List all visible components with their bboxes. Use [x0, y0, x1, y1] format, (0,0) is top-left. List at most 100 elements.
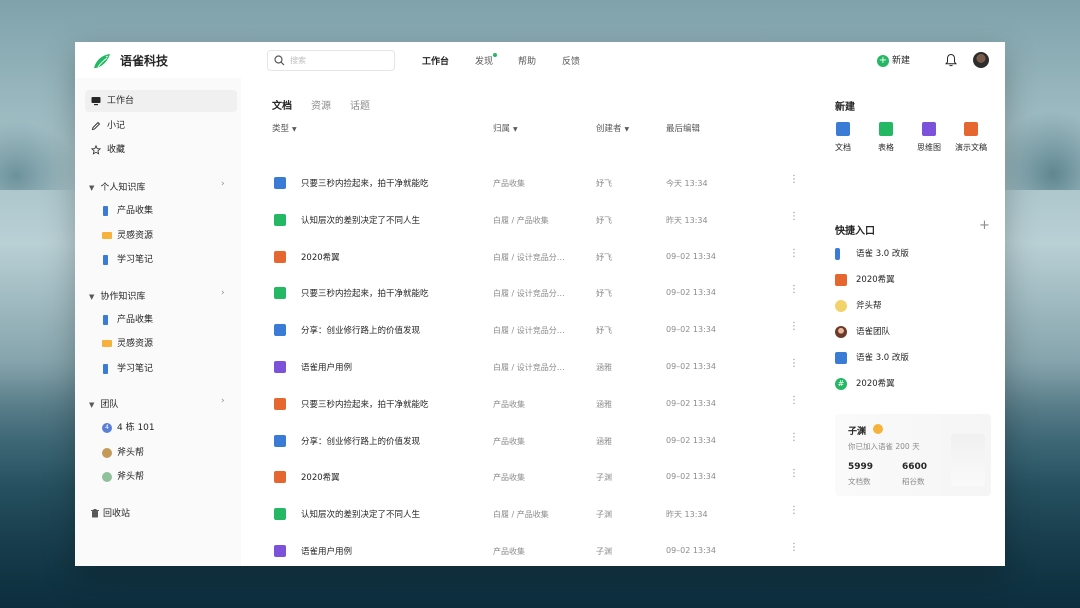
quick-item[interactable]: 语雀 3.0 改版 — [835, 351, 909, 365]
more-options-icon[interactable]: ⋮ — [789, 395, 799, 406]
add-quick-access-button[interactable]: + — [979, 218, 990, 233]
app-name[interactable]: 语雀科技 — [120, 52, 168, 69]
chevron-right-icon[interactable]: › — [221, 179, 225, 189]
quick-item[interactable]: 斧头帮 — [835, 299, 882, 313]
table-row[interactable]: 认知层次的差别决定了不同人生 白履 / 产品收集 子渊 昨天 13:34 ⋮ — [241, 496, 821, 533]
new-mindmap-button[interactable]: 思维图 — [909, 122, 949, 153]
user-avatar[interactable] — [973, 52, 989, 68]
table-row[interactable]: 语雀用户用例 白履 / 设计竞品分… 涵雅 09–02 13:34 ⋮ — [241, 349, 821, 386]
row-belong: 白履 / 设计竞品分… — [493, 363, 565, 372]
table-row[interactable]: 只要三秒内捡起来，拍干净就能吃 产品收集 涵雅 09–02 13:34 ⋮ — [241, 386, 821, 423]
sidebar-sub-item[interactable]: 斧头帮 — [102, 446, 144, 460]
quick-item[interactable]: 语雀团队 — [835, 325, 890, 339]
row-title[interactable]: 分享：创业修行路上的价值发现 — [301, 435, 420, 447]
trash-icon — [91, 509, 99, 518]
table-row[interactable]: 语雀用户用例 产品收集 子渊 09–02 13:34 ⋮ — [241, 533, 821, 566]
more-options-icon[interactable]: ⋮ — [789, 248, 799, 259]
new-doc-button[interactable]: 文档 — [823, 122, 863, 153]
bell-icon[interactable] — [945, 53, 957, 67]
row-title[interactable]: 分享：创业修行路上的价值发现 — [301, 324, 420, 336]
table-row[interactable]: 分享：创业修行路上的价值发现 产品收集 涵雅 09–02 13:34 ⋮ — [241, 423, 821, 460]
plus-icon: + — [877, 54, 889, 67]
tab-docs[interactable]: 文档 — [272, 97, 292, 112]
nav-help[interactable]: 帮助 — [518, 54, 536, 67]
search-input[interactable] — [290, 53, 390, 68]
profile-card[interactable]: 子渊 你已加入语雀 200 天 5999 文档数 6600 稻谷数 — [835, 414, 991, 496]
row-title[interactable]: 语雀用户用例 — [301, 361, 352, 373]
table-row[interactable]: 认知层次的差别决定了不同人生 白履 / 产品收集 妤飞 昨天 13:34 ⋮ — [241, 202, 821, 239]
tab-topics[interactable]: 话题 — [350, 97, 370, 112]
row-edited: 09–02 13:34 — [666, 435, 716, 445]
more-options-icon[interactable]: ⋮ — [789, 359, 799, 369]
quick-item[interactable]: 2020希翼 — [835, 273, 895, 287]
tab-resources[interactable]: 资源 — [311, 97, 331, 112]
quick-item[interactable]: 语雀 3.0 改版 — [835, 247, 909, 261]
row-title[interactable]: 语雀用户用例 — [301, 545, 352, 557]
new-section-title: 新建 — [835, 102, 855, 113]
row-title[interactable]: 2020希翼 — [301, 471, 340, 483]
new-sheet-button[interactable]: 表格 — [866, 122, 906, 153]
slides-icon — [274, 471, 286, 484]
sidebar-item-notes[interactable]: 小记 — [85, 115, 237, 137]
row-edited: 今天 13:34 — [666, 179, 708, 188]
table-row[interactable]: 只要三秒内捡起来，拍干净就能吃 白履 / 设计竞品分… 妤飞 09–02 13:34 ⋮ — [241, 275, 821, 312]
more-options-icon[interactable]: ⋮ — [789, 469, 799, 479]
nav-workbench[interactable]: 工作台 — [422, 54, 449, 67]
more-options-icon[interactable]: ⋮ — [789, 506, 799, 516]
sidebar-sub-item[interactable]: 44 栋 101 — [102, 421, 155, 435]
more-options-icon[interactable]: ⋮ — [789, 211, 799, 222]
sidebar-group-team[interactable]: ▼ 团队 — [89, 397, 118, 410]
more-options-icon[interactable]: ⋮ — [789, 175, 799, 185]
sidebar-item-trash[interactable]: 回收站 — [91, 506, 130, 519]
words-count: 6600 — [902, 462, 928, 472]
sidebar-sub-item[interactable]: 学习笔记 — [103, 362, 153, 376]
more-options-icon[interactable]: ⋮ — [789, 285, 799, 295]
row-title[interactable]: 2020希翼 — [301, 251, 340, 263]
chevron-right-icon[interactable]: › — [221, 396, 225, 406]
sheet-icon — [274, 508, 286, 521]
row-title[interactable]: 只要三秒内捡起来，拍干净就能吃 — [301, 287, 429, 299]
more-options-icon[interactable]: ⋮ — [789, 543, 799, 553]
team-avatar-icon: 4 — [102, 422, 112, 433]
table-row[interactable]: 只要三秒内捡起来，拍干净就能吃 产品收集 妤飞 今天 13:34 ⋮ — [241, 165, 821, 202]
sidebar-sub-item[interactable]: 灵感资源 — [102, 337, 153, 351]
sidebar-item-favorites[interactable]: 收藏 — [85, 139, 237, 161]
sidebar-sub-item[interactable]: 灵感资源 — [102, 229, 153, 243]
column-header-creator[interactable]: 创建者 ▼ — [596, 122, 629, 134]
sidebar-sub-item[interactable]: 产品收集 — [103, 204, 153, 218]
sidebar-sub-item[interactable]: 斧头帮 — [102, 470, 144, 484]
more-options-icon[interactable]: ⋮ — [789, 322, 799, 332]
search-box[interactable] — [267, 50, 395, 71]
column-header-type[interactable]: 类型 ▼ — [272, 122, 297, 134]
sidebar-sub-item[interactable]: 学习笔记 — [103, 253, 153, 267]
row-title[interactable]: 只要三秒内捡起来，拍干净就能吃 — [301, 177, 429, 189]
chevron-right-icon[interactable]: › — [221, 288, 225, 298]
column-header-belong[interactable]: 归属 ▼ — [493, 122, 518, 134]
row-title[interactable]: 只要三秒内捡起来，拍干净就能吃 — [301, 398, 429, 410]
sidebar-group-collab[interactable]: ▼ 协作知识库 — [89, 289, 145, 302]
yuque-logo-icon[interactable] — [92, 52, 112, 70]
right-panel: 新建 文档 表格 思维图 演示文稿 快捷入口 + 语雀 3.0 改版 2020希… — [821, 78, 1005, 566]
row-title[interactable]: 认知层次的差别决定了不同人生 — [301, 214, 420, 226]
table-row[interactable]: 2020希翼 白履 / 设计竞品分… 妤飞 09–02 13:34 ⋮ — [241, 239, 821, 276]
table-row[interactable]: 2020希翼 产品收集 子渊 09–02 13:34 ⋮ — [241, 459, 821, 496]
sidebar-item-workbench[interactable]: 工作台 — [85, 90, 237, 112]
main-content: 文档 资源 话题 类型 ▼ 归属 ▼ 创建者 ▼ 最后编辑 只要三秒内捡起来，拍干净就… — [241, 78, 821, 566]
new-slides-button[interactable]: 演示文稿 — [951, 122, 991, 153]
table-row[interactable]: 分享：创业修行路上的价值发现 白履 / 设计竞品分… 妤飞 09–02 13:34 ⋮ — [241, 312, 821, 349]
nav-discover[interactable]: 发现 — [475, 54, 493, 67]
profile-name: 子渊 — [848, 427, 867, 437]
row-belong: 白履 / 产品收集 — [493, 215, 549, 225]
row-creator: 涵雅 — [596, 363, 612, 372]
more-options-icon[interactable]: ⋮ — [789, 432, 799, 443]
row-belong: 产品收集 — [493, 547, 525, 556]
quick-item[interactable]: #2020希翼 — [835, 377, 895, 391]
column-header-edited[interactable]: 最后编辑 — [666, 122, 700, 134]
nav-feedback[interactable]: 反馈 — [562, 54, 580, 67]
new-button[interactable]: + 新建 — [877, 53, 910, 67]
row-edited: 09–02 13:34 — [666, 362, 716, 371]
words-count-label: 稻谷数 — [902, 477, 925, 486]
sidebar-sub-item[interactable]: 产品收集 — [103, 313, 153, 327]
row-title[interactable]: 认知层次的差别决定了不同人生 — [301, 508, 420, 520]
sidebar-group-personal[interactable]: ▼ 个人知识库 — [89, 180, 145, 193]
